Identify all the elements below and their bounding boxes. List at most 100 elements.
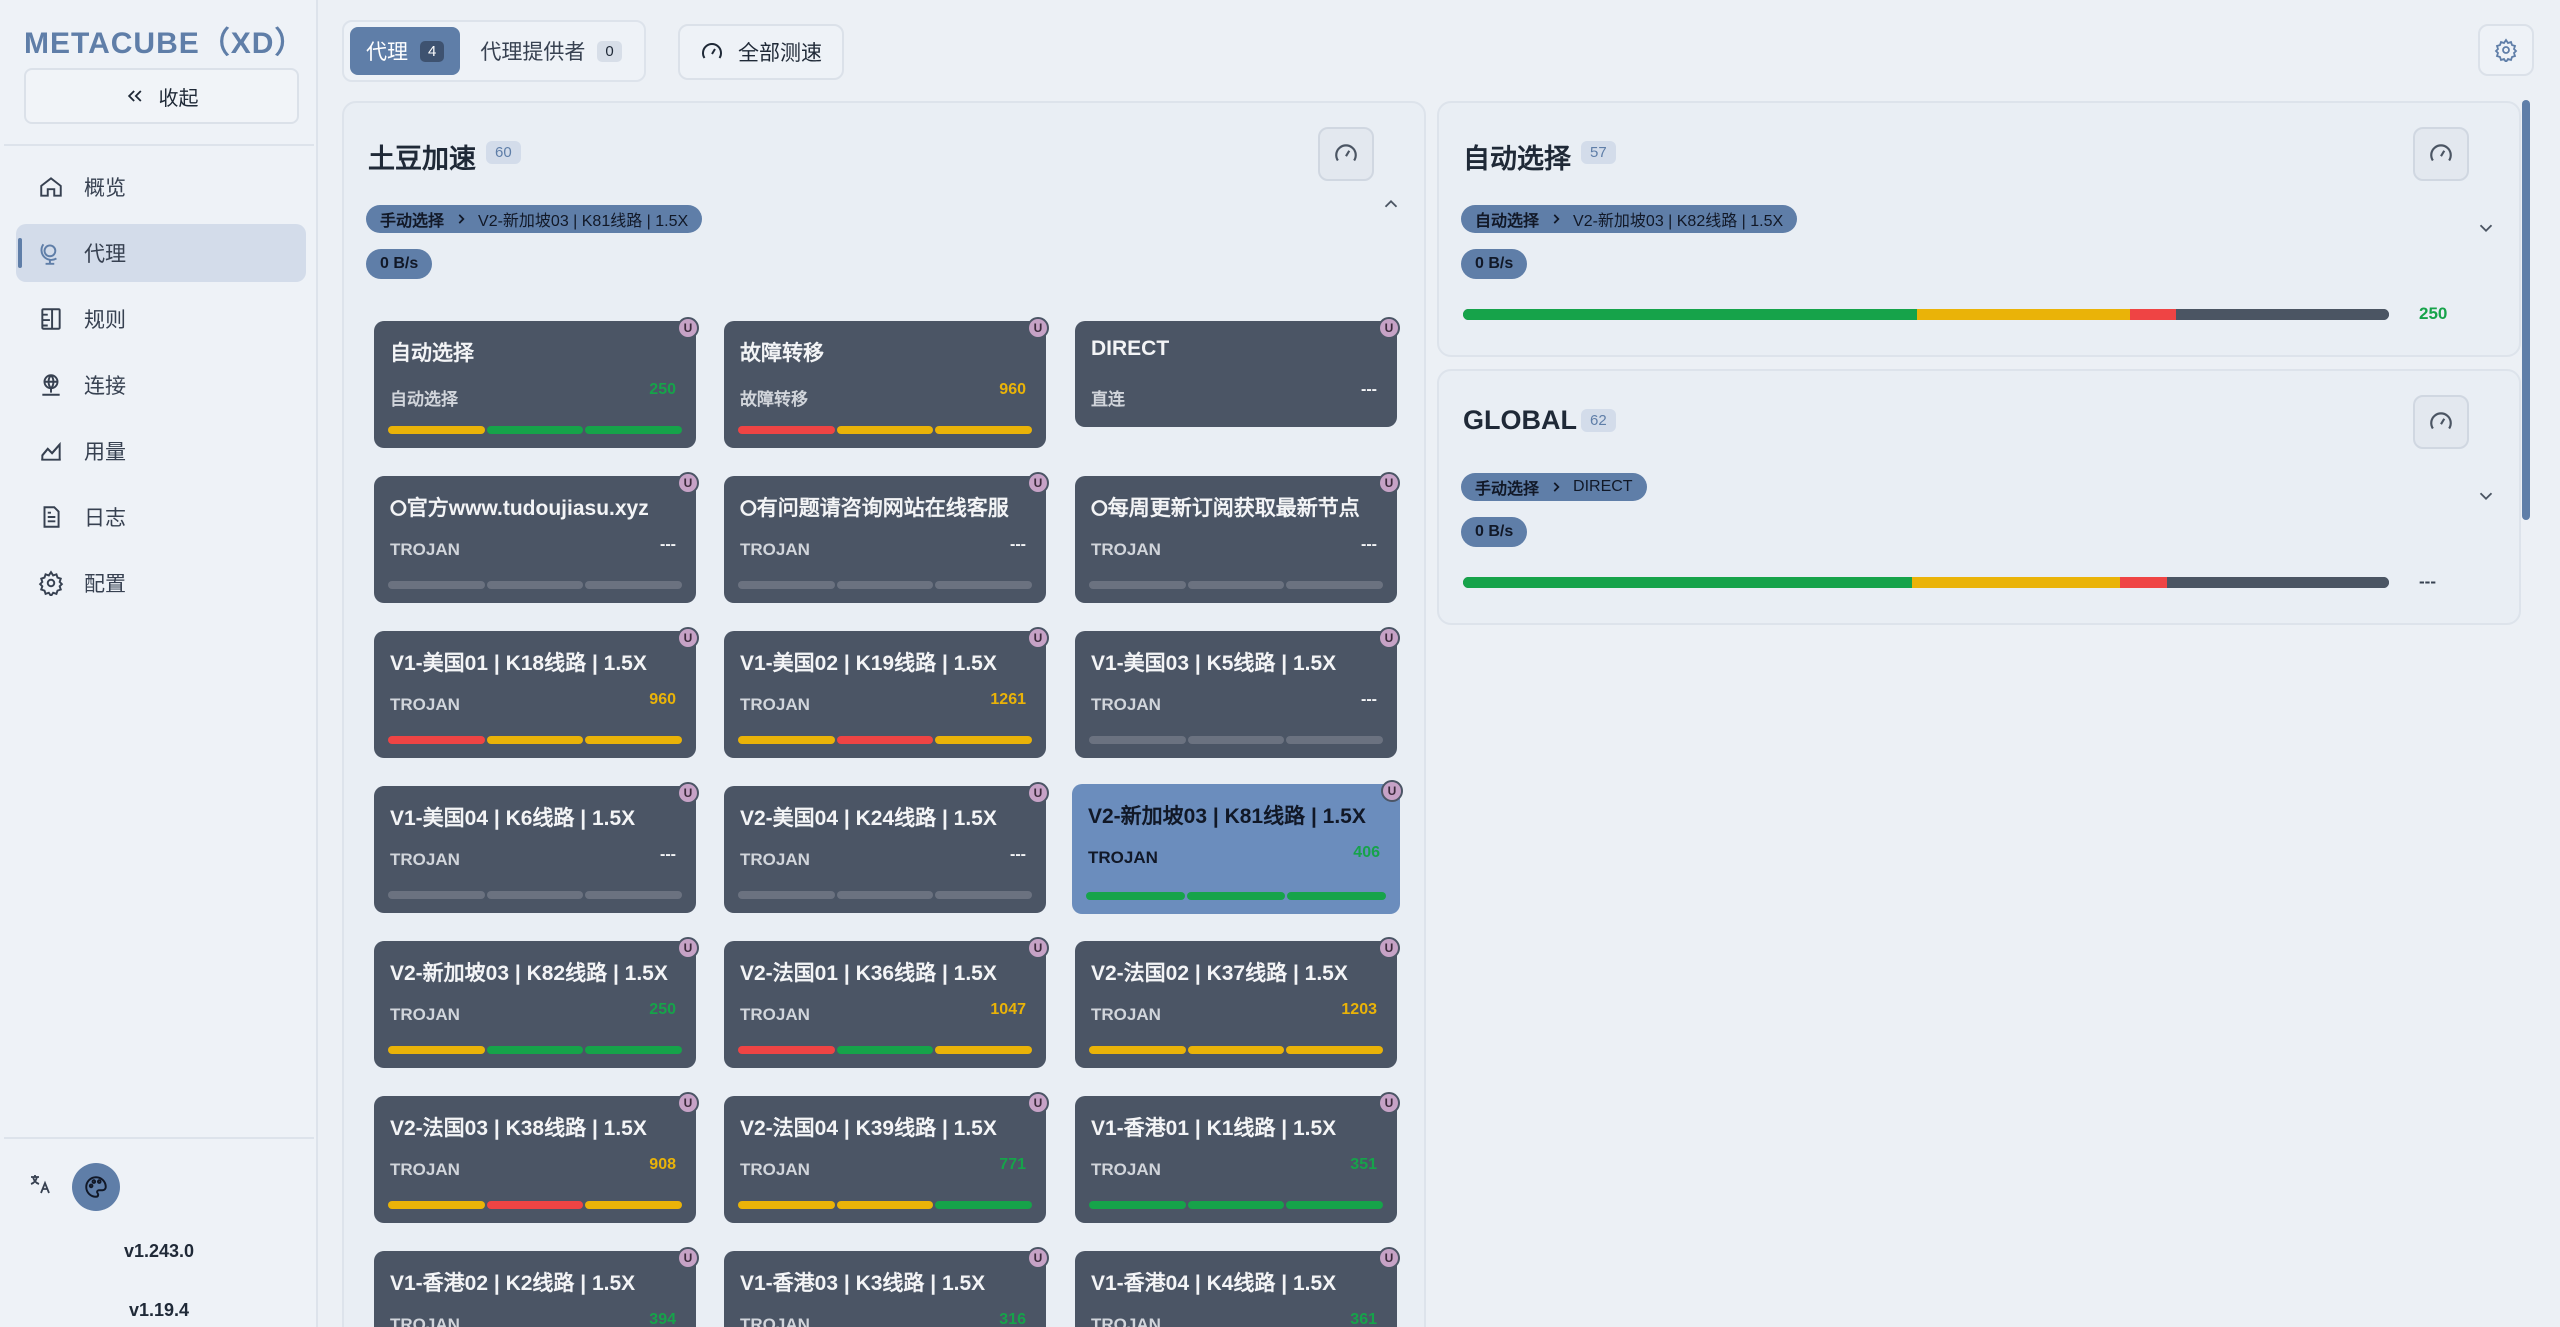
proxy-card[interactable]: V1-香港03 | K3线路 | 1.5X TROJAN 316 U: [724, 1247, 1049, 1327]
latency-segment: [486, 736, 584, 744]
nav-item-connections[interactable]: 连接: [16, 356, 306, 414]
proxy-type: TROJAN: [740, 540, 810, 559]
proxy-latency: 1047: [990, 1001, 1026, 1018]
test-all-latency-button[interactable]: 全部测速: [678, 24, 844, 80]
proxy-card[interactable]: V2-法国02 | K37线路 | 1.5X TROJAN 1203 U: [1075, 937, 1400, 1068]
group-traffic-rate: 0 B/s: [1461, 517, 1528, 547]
proxy-name: 故障转移: [740, 342, 824, 365]
latency-history-bar: [1089, 1201, 1384, 1209]
chevron-right-icon: [1553, 482, 1560, 492]
nav-item-logs[interactable]: 日志: [16, 488, 306, 546]
group-count: 57: [1581, 141, 1616, 164]
proxy-card[interactable]: 故障转移 故障转移 960 U: [724, 317, 1049, 448]
proxy-card[interactable]: V2-法国04 | K39线路 | 1.5X TROJAN 771 U: [724, 1092, 1049, 1223]
proxy-name: V2-美国04 | K24线路 | 1.5X: [740, 807, 997, 830]
udp-badge: U: [677, 1247, 699, 1269]
latency-segment: [486, 891, 584, 899]
app-logo[interactable]: METACUBE（XD）: [24, 18, 305, 62]
proxy-card[interactable]: V2-法国01 | K36线路 | 1.5X TROJAN 1047 U: [724, 937, 1049, 1068]
proxy-card[interactable]: V2-美国04 | K24线路 | 1.5X TROJAN --- U: [724, 782, 1049, 913]
nav-item-config[interactable]: 配置: [16, 554, 306, 612]
proxy-type: TROJAN: [740, 1005, 810, 1024]
latency-history-bar: [738, 581, 1033, 589]
group-selection-chain: 手动选择 V2-新加坡03 | K81线路 | 1.5X: [366, 205, 703, 233]
proxy-card[interactable]: V1-美国03 | K5线路 | 1.5X TROJAN --- U: [1075, 627, 1400, 758]
group-latency-test-button[interactable]: [2413, 127, 2469, 181]
collapse-label: 收起: [158, 87, 199, 110]
chart-icon: [41, 441, 61, 461]
double-chevron-left-icon: [127, 90, 141, 102]
group-latency-test-button[interactable]: [2413, 395, 2469, 449]
latency-segment: [935, 581, 1033, 589]
collapse-sidebar-button[interactable]: 收起: [24, 68, 299, 124]
udp-badge: U: [1378, 937, 1400, 959]
settings-button[interactable]: [2478, 24, 2534, 76]
nav-item-overview[interactable]: 概览: [16, 158, 306, 216]
proxy-card[interactable]: V2-新加坡03 | K82线路 | 1.5X TROJAN 250 U: [374, 937, 699, 1068]
group-title[interactable]: GLOBAL: [1463, 405, 1577, 436]
proxy-card[interactable]: V1-香港04 | K4线路 | 1.5X TROJAN 361 U: [1075, 1247, 1400, 1327]
gauge-icon: [1335, 144, 1357, 162]
proxy-latency: ---: [1361, 691, 1377, 708]
latency-segment: [585, 1201, 683, 1209]
proxy-latency: 908: [649, 1156, 676, 1173]
nav-item-rules[interactable]: 规则: [16, 290, 306, 348]
proxy-card[interactable]: ⭘每周更新订阅获取最新节点 TROJAN --- U: [1075, 472, 1400, 603]
proxy-card[interactable]: ⭘官方www.tudoujiasu.xyz TROJAN --- U: [374, 472, 699, 603]
nav-item-label: 日志: [84, 507, 126, 530]
translate-icon[interactable]: [28, 1172, 58, 1202]
group-latency: ---: [2419, 572, 2436, 591]
chevron-up-icon[interactable]: [1380, 193, 1402, 215]
latency-history-bar: [738, 736, 1033, 744]
proxy-card[interactable]: V2-法国03 | K38线路 | 1.5X TROJAN 908 U: [374, 1092, 699, 1223]
proxy-card[interactable]: V1-美国04 | K6线路 | 1.5X TROJAN --- U: [374, 782, 699, 913]
proxy-name: V1-香港01 | K1线路 | 1.5X: [1091, 1117, 1337, 1140]
proxy-card[interactable]: 自动选择 自动选择 250 U: [374, 317, 699, 448]
group-title[interactable]: 土豆加速: [368, 137, 476, 176]
proxy-card[interactable]: DIRECT 直连 --- U: [1075, 317, 1400, 427]
group-title[interactable]: 自动选择: [1463, 137, 1571, 176]
proxy-name: DIRECT: [1091, 337, 1170, 360]
proxy-card[interactable]: V1-美国02 | K19线路 | 1.5X TROJAN 1261 U: [724, 627, 1049, 758]
proxy-card[interactable]: ⭘有问题请咨询网站在线客服 TROJAN --- U: [724, 472, 1049, 603]
latency-history-bar: [1086, 892, 1387, 900]
proxy-name: V2-法国02 | K37线路 | 1.5X: [1091, 962, 1348, 985]
proxy-card[interactable]: V1-香港02 | K2线路 | 1.5X TROJAN 394 U: [374, 1247, 699, 1327]
theme-palette-button[interactable]: [72, 1163, 120, 1211]
scrollbar-thumb[interactable]: [2522, 100, 2530, 520]
proxy-card[interactable]: V1-香港01 | K1线路 | 1.5X TROJAN 351 U: [1075, 1092, 1400, 1223]
test-all-label: 全部测速: [738, 42, 822, 65]
udp-badge: U: [1378, 1247, 1400, 1269]
nav-item-label: 连接: [84, 375, 126, 398]
group-latency-test-button[interactable]: [1318, 127, 1374, 181]
udp-badge: U: [1027, 472, 1049, 494]
tab-proxy-providers[interactable]: 代理提供者 0: [464, 27, 637, 75]
proxy-type: TROJAN: [390, 1005, 460, 1024]
latency-segment: [388, 736, 485, 744]
nav-item-proxies[interactable]: 代理: [16, 224, 306, 282]
chevron-down-icon[interactable]: [2475, 485, 2497, 507]
proxy-latency: 361: [1350, 1311, 1377, 1327]
proxy-card[interactable]: V1-美国01 | K18线路 | 1.5X TROJAN 960 U: [374, 627, 699, 758]
chevron-down-icon[interactable]: [2475, 217, 2497, 239]
latency-segment: [1089, 736, 1186, 744]
proxy-name: V1-香港04 | K4线路 | 1.5X: [1091, 1272, 1337, 1295]
proxy-type: TROJAN: [1091, 540, 1161, 559]
proxy-latency: ---: [660, 536, 676, 553]
proxy-latency: 250: [649, 381, 676, 398]
nav-item-traffic[interactable]: 用量: [16, 422, 306, 480]
latency-segment: [486, 426, 584, 434]
group-current-proxy: DIRECT: [1573, 478, 1633, 495]
proxy-card[interactable]: V2-新加坡03 | K81线路 | 1.5X TROJAN 406 U: [1072, 780, 1403, 914]
core-version: v1.19.4: [128, 1300, 190, 1320]
latency-segment: [1286, 1201, 1384, 1209]
proxy-name: V2-法国04 | K39线路 | 1.5X: [740, 1117, 997, 1140]
latency-segment: [585, 426, 683, 434]
latency-segment: [1089, 581, 1186, 589]
udp-badge: U: [677, 937, 699, 959]
latency-segment: [738, 1046, 835, 1054]
group-current-proxy: V2-新加坡03 | K81线路 | 1.5X: [478, 213, 689, 230]
tab-proxies[interactable]: 代理 4: [350, 27, 461, 75]
latency-segment: [1286, 736, 1384, 744]
udp-badge: U: [1027, 627, 1049, 649]
